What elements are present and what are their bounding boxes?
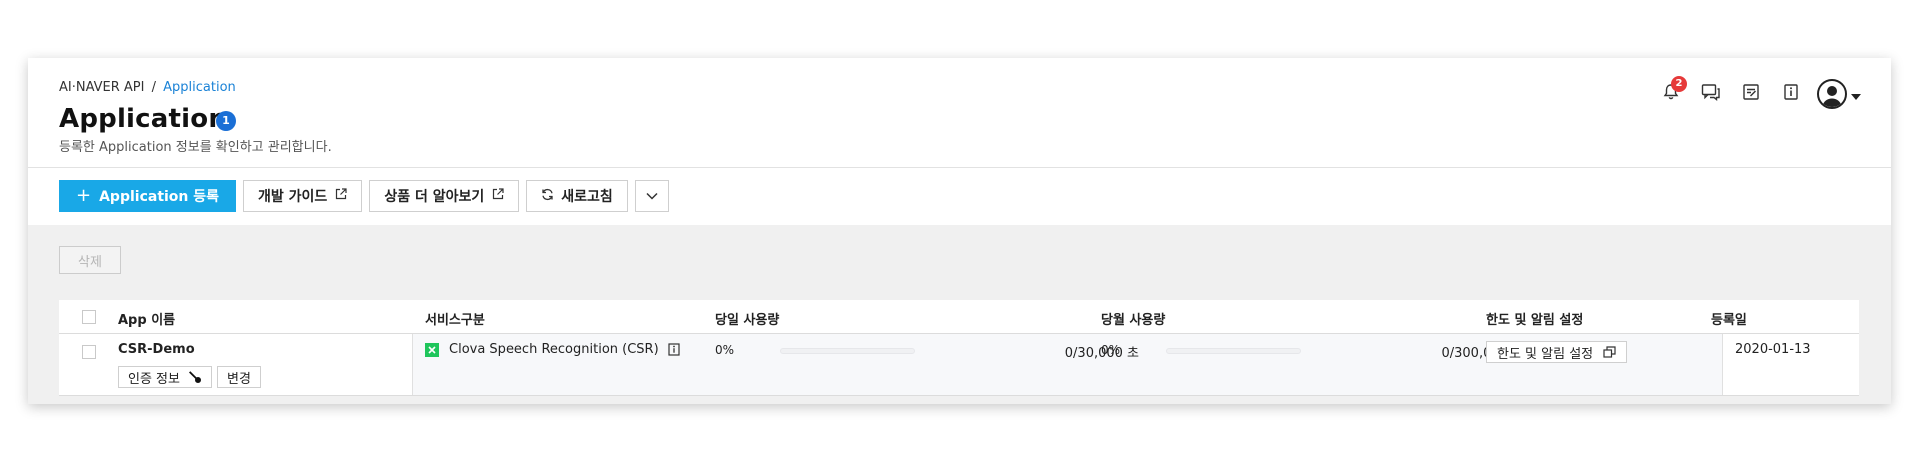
delete-button[interactable]: 삭제 [59, 246, 121, 274]
dev-guide-button[interactable]: 개발 가이드 [243, 180, 363, 212]
refresh-label: 새로고침 [561, 189, 613, 205]
memo-button[interactable] [1731, 74, 1771, 114]
dev-guide-label: 개발 가이드 [258, 189, 328, 205]
notification-count-badge: 2 [1671, 76, 1687, 92]
auth-info-label: 인증 정보 [128, 371, 180, 387]
info-icon [1782, 83, 1800, 105]
user-avatar-icon [1817, 79, 1847, 109]
breadcrumb: AI·NAVER API / Application [59, 80, 236, 95]
limit-settings-button[interactable]: 한도 및 알림 설정 [1486, 341, 1628, 363]
refresh-button[interactable]: 새로고침 [526, 180, 628, 212]
breadcrumb-current[interactable]: Application [163, 80, 236, 95]
info-button[interactable] [1771, 74, 1811, 114]
limit-settings-cell: 한도 및 알림 설정 [1486, 341, 1628, 363]
learn-more-button[interactable]: 상품 더 알아보기 [369, 180, 520, 212]
toolbar: + Application 등록 개발 가이드 상품 더 알아보기 새로고침 [59, 180, 676, 212]
table-row: CSR-Demo 인증 정보 변경 Clova Speech Recogniti… [59, 334, 1859, 396]
column-registered-date: 등록일 [1711, 313, 1747, 328]
page-subtitle: 등록한 Application 정보를 확인하고 관리합니다. [59, 140, 332, 155]
add-application-button[interactable]: + Application 등록 [59, 180, 237, 212]
learn-more-label: 상품 더 알아보기 [384, 189, 485, 205]
application-table: App 이름 서비스구분 당일 사용량 당월 사용량 한도 및 알림 설정 등록… [59, 300, 1859, 396]
breadcrumb-separator: / [151, 80, 157, 95]
registered-date: 2020-01-13 [1735, 342, 1811, 357]
plus-icon: + [76, 185, 92, 206]
refresh-icon [541, 188, 561, 205]
add-application-label: Application 등록 [99, 189, 220, 205]
column-service: 서비스구분 [425, 313, 485, 328]
content-area: 삭제 App 이름 서비스구분 당일 사용량 당월 사용량 한도 및 알림 설정… [28, 225, 1891, 404]
column-limit-settings: 한도 및 알림 설정 [1486, 313, 1584, 328]
monthly-usage-bar [1166, 348, 1301, 354]
row-checkbox[interactable] [82, 345, 96, 359]
limit-settings-label: 한도 및 알림 설정 [1497, 346, 1594, 362]
popup-window-icon [1593, 346, 1616, 358]
external-link-icon [484, 188, 504, 204]
info-icon[interactable] [668, 343, 680, 356]
chevron-down-icon [646, 188, 658, 204]
monthly-usage-percent: 0% [1101, 343, 1121, 357]
notification-button[interactable]: 2 [1651, 74, 1691, 114]
breadcrumb-root[interactable]: AI·NAVER API [59, 80, 144, 95]
app-name: CSR-Demo [118, 342, 195, 357]
more-options-button[interactable] [634, 180, 669, 212]
chat-icon [1701, 83, 1721, 105]
daily-usage-percent: 0% [715, 343, 735, 357]
user-menu-button[interactable] [1817, 79, 1861, 109]
app-name-cell: CSR-Demo 인증 정보 변경 [59, 334, 413, 395]
external-link-icon [327, 188, 347, 204]
edit-button[interactable]: 변경 [216, 366, 261, 388]
service-icon [425, 342, 439, 357]
application-card: AI·NAVER API / Application Application 1… [28, 58, 1891, 404]
select-all-checkbox[interactable] [82, 310, 96, 324]
service-name: Clova Speech Recognition (CSR) [449, 342, 659, 357]
chat-button[interactable] [1691, 74, 1731, 114]
daily-usage-bar [780, 348, 915, 354]
table-header: App 이름 서비스구분 당일 사용량 당월 사용량 한도 및 알림 설정 등록… [59, 300, 1859, 334]
column-app-name: App 이름 [118, 313, 176, 328]
count-badge: 1 [216, 111, 236, 131]
column-daily-usage: 당일 사용량 [715, 313, 780, 328]
page-title: Application [59, 104, 228, 134]
registered-date-cell: 2020-01-13 [1722, 334, 1859, 395]
auth-info-button[interactable]: 인증 정보 [118, 366, 212, 388]
top-icon-bar: 2 [1651, 74, 1861, 114]
page-header: AI·NAVER API / Application Application 1… [28, 58, 1891, 168]
column-monthly-usage: 당월 사용량 [1101, 313, 1166, 328]
caret-down-icon [1851, 85, 1861, 104]
service-cell: Clova Speech Recognition (CSR) [425, 342, 680, 357]
memo-icon [1742, 83, 1760, 105]
key-icon [188, 370, 202, 384]
